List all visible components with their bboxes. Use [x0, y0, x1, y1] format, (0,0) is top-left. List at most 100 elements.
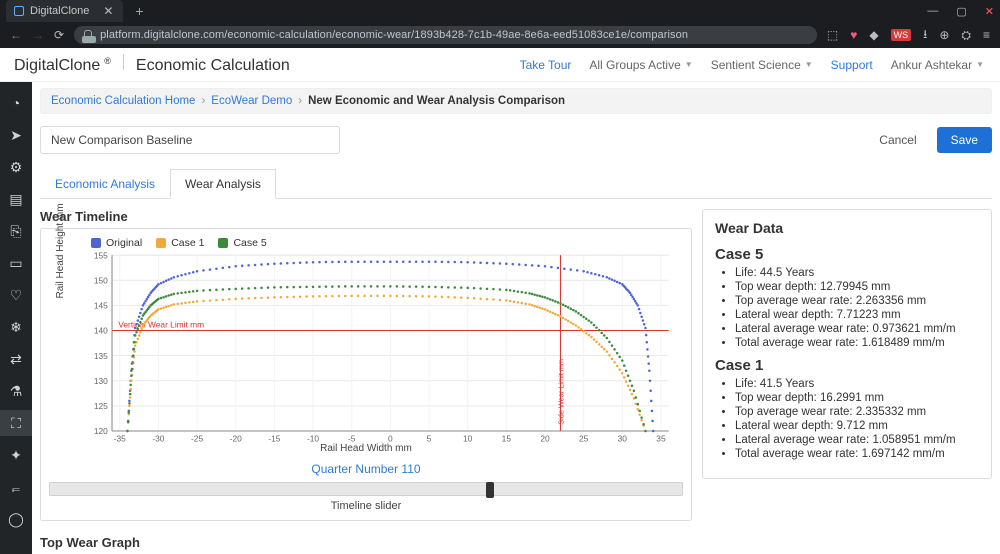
- metric-item: Lateral wear depth: 9.712 mm: [735, 420, 979, 432]
- sidebar-item-cube[interactable]: ❄: [0, 314, 32, 340]
- shield-icon[interactable]: ◆: [869, 28, 878, 42]
- breadcrumb: Economic Calculation Home › EcoWear Demo…: [40, 88, 992, 114]
- sidebar-item-dashboard[interactable]: ◔: [0, 90, 32, 116]
- svg-text:-15: -15: [268, 433, 280, 443]
- case-title: Case 5: [715, 246, 979, 263]
- timeline-slider[interactable]: [49, 482, 683, 496]
- chevron-right-icon: ›: [298, 95, 302, 107]
- metric-item: Top wear depth: 12.79945 mm: [735, 281, 979, 293]
- support-link[interactable]: Support: [831, 58, 873, 72]
- app-header: DigitalClone ® Economic Calculation Take…: [0, 48, 1000, 82]
- tab-economic[interactable]: Economic Analysis: [40, 168, 170, 198]
- browser-toolbar: ← → ⟳ platform.digitalclone.com/economic…: [0, 22, 1000, 48]
- close-icon[interactable]: ✕: [103, 4, 113, 18]
- svg-text:35: 35: [656, 433, 666, 443]
- cancel-button[interactable]: Cancel: [869, 127, 926, 153]
- take-tour-link[interactable]: Take Tour: [520, 58, 572, 72]
- sidebar-item-train[interactable]: ⛶: [0, 410, 32, 436]
- forward-icon[interactable]: →: [32, 28, 44, 42]
- svg-text:150: 150: [94, 275, 108, 285]
- groups-dropdown[interactable]: All Groups Active▼: [589, 58, 692, 72]
- wear-timeline-chart: Rail Head Height mm 15515014514013513012…: [89, 251, 675, 441]
- sidebar-item-settings[interactable]: ⚙: [0, 154, 32, 180]
- metric-item: Top average wear rate: 2.335332 mm: [735, 406, 979, 418]
- svg-text:10: 10: [463, 433, 473, 443]
- sidebar-item-health[interactable]: ♡: [0, 282, 32, 308]
- window-controls: — ▢ ✕: [927, 0, 994, 22]
- sidebar: ◔ ➤ ⚙ ▤ ⎘ ▭ ♡ ❄ ⇄ ⚗ ⛶ ✦ ⫭ ◯: [0, 82, 32, 554]
- save-button[interactable]: Save: [937, 127, 992, 153]
- y-axis-label: Rail Head Height mm: [55, 203, 66, 298]
- tab-wear[interactable]: Wear Analysis: [170, 169, 276, 199]
- url-text: platform.digitalclone.com/economic-calcu…: [100, 29, 688, 41]
- bookmark-icon[interactable]: ⊕: [939, 28, 949, 42]
- svg-text:155: 155: [94, 251, 108, 260]
- menu-icon[interactable]: ≡: [983, 28, 990, 42]
- trademark: ®: [104, 56, 111, 66]
- new-tab-button[interactable]: +: [135, 3, 143, 19]
- legend-case1[interactable]: Case 1: [156, 237, 204, 249]
- minimize-icon[interactable]: —: [927, 5, 938, 17]
- crumb-current: New Economic and Wear Analysis Compariso…: [308, 95, 565, 107]
- svg-text:130: 130: [94, 376, 108, 386]
- svg-text:Vertical Wear Limit mm: Vertical Wear Limit mm: [118, 319, 204, 329]
- quarter-number: Quarter Number 110: [49, 462, 683, 476]
- chevron-right-icon: ›: [201, 95, 205, 107]
- swatch-icon: [156, 238, 166, 248]
- legend-case5[interactable]: Case 5: [218, 237, 266, 249]
- sidebar-item-more[interactable]: ◯: [0, 506, 32, 532]
- sidebar-item-clipboard[interactable]: ⎘: [0, 218, 32, 244]
- svg-text:145: 145: [94, 301, 108, 311]
- svg-text:125: 125: [94, 401, 108, 411]
- wear-timeline-title: Wear Timeline: [40, 209, 692, 224]
- metric-item: Life: 44.5 Years: [735, 267, 979, 279]
- chevron-down-icon: ▼: [805, 60, 813, 69]
- crumb-home[interactable]: Economic Calculation Home: [51, 95, 195, 107]
- top-wear-graph-title: Top Wear Graph: [40, 535, 692, 550]
- svg-text:-20: -20: [230, 433, 242, 443]
- metric-item: Lateral average wear rate: 0.973621 mm/m: [735, 323, 979, 335]
- metric-item: Lateral wear depth: 7.71223 mm: [735, 309, 979, 321]
- svg-text:-25: -25: [191, 433, 203, 443]
- camera-icon[interactable]: ⬚: [827, 28, 838, 42]
- baseline-name-input[interactable]: [40, 126, 340, 154]
- brand-name: DigitalClone: [14, 57, 100, 75]
- maximize-icon[interactable]: ▢: [956, 5, 966, 18]
- sidebar-item-calculator[interactable]: ▤: [0, 186, 32, 212]
- back-icon[interactable]: ←: [10, 28, 22, 42]
- svg-text:25: 25: [579, 433, 589, 443]
- sidebar-item-flask[interactable]: ⚗: [0, 378, 32, 404]
- svg-text:120: 120: [94, 426, 108, 436]
- swatch-icon: [91, 238, 101, 248]
- extension-badge[interactable]: WS: [891, 29, 912, 41]
- profile-icon[interactable]: ⛭: [961, 28, 971, 43]
- heart-icon[interactable]: ♥: [850, 28, 857, 42]
- refresh-icon[interactable]: ⟳: [54, 28, 64, 42]
- sidebar-item-rocket[interactable]: ➤: [0, 122, 32, 148]
- analysis-tabs: Economic Analysis Wear Analysis: [40, 168, 992, 199]
- sidebar-item-map[interactable]: ✦: [0, 442, 32, 468]
- svg-text:-35: -35: [114, 433, 126, 443]
- legend-original[interactable]: Original: [91, 237, 142, 249]
- tab-title: DigitalClone: [30, 5, 89, 17]
- url-bar[interactable]: platform.digitalclone.com/economic-calcu…: [74, 26, 817, 44]
- window-close-icon[interactable]: ✕: [985, 5, 994, 18]
- svg-text:-30: -30: [152, 433, 164, 443]
- svg-text:140: 140: [94, 326, 108, 336]
- sidebar-item-chart[interactable]: ⫭: [0, 474, 32, 500]
- svg-text:30: 30: [618, 433, 628, 443]
- crumb-demo[interactable]: EcoWear Demo: [211, 95, 292, 107]
- slider-caption: Timeline slider: [49, 500, 683, 512]
- user-dropdown[interactable]: Ankur Ashtekar▼: [891, 58, 984, 72]
- company-dropdown[interactable]: Sentient Science▼: [711, 58, 813, 72]
- lock-icon: [84, 30, 92, 40]
- sidebar-item-monitor[interactable]: ▭: [0, 250, 32, 276]
- sidebar-item-compare[interactable]: ⇄: [0, 346, 32, 372]
- svg-text:20: 20: [540, 433, 550, 443]
- download-icon[interactable]: ⭳: [923, 25, 927, 46]
- metric-item: Top wear depth: 16.2991 mm: [735, 392, 979, 404]
- slider-thumb[interactable]: [486, 482, 494, 498]
- browser-tab[interactable]: DigitalClone ✕: [6, 0, 123, 22]
- svg-text:15: 15: [502, 433, 512, 443]
- case-metrics: Life: 41.5 YearsTop wear depth: 16.2991 …: [715, 378, 979, 460]
